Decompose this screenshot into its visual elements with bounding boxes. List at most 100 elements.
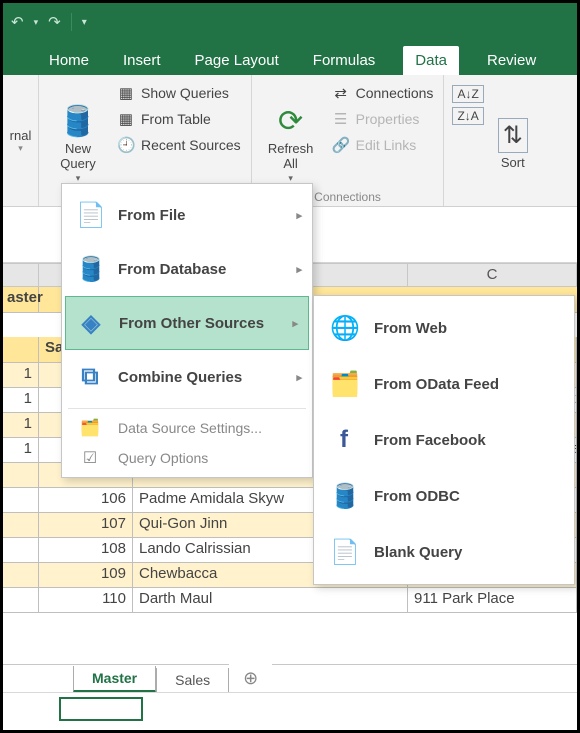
cell[interactable] bbox=[3, 488, 39, 513]
submenu-from-web[interactable]: 🌐 From Web bbox=[314, 300, 574, 356]
chevron-down-icon: ▾ bbox=[76, 173, 81, 184]
submenu-from-facebook-label: From Facebook bbox=[374, 432, 486, 449]
menu-from-other-sources-label: From Other Sources bbox=[119, 315, 264, 332]
cell[interactable]: 106 bbox=[39, 488, 133, 513]
submenu-from-odbc-label: From ODBC bbox=[374, 488, 460, 505]
properties-label: Properties bbox=[356, 111, 420, 127]
ribbon-tabs: Home Insert Page Layout Formulas Data Re… bbox=[3, 41, 577, 75]
submenu-from-odbc[interactable]: 🛢️ From ODBC bbox=[314, 468, 574, 524]
chevron-right-icon: ▸ bbox=[296, 209, 302, 222]
cell[interactable] bbox=[3, 538, 39, 563]
ribbon-group-sort: A↓Z Z↓A ⇅ Sort bbox=[444, 75, 543, 206]
connections-icon: ⇄ bbox=[332, 84, 350, 102]
show-queries-button[interactable]: ▦ Show Queries bbox=[115, 81, 243, 105]
globe-icon: 🌐 bbox=[330, 314, 358, 343]
cell[interactable] bbox=[3, 563, 39, 588]
recent-sources-button[interactable]: 🕘 Recent Sources bbox=[115, 133, 243, 157]
connections-button[interactable]: ⇄ Connections bbox=[330, 81, 436, 105]
menu-data-source-settings-label: Data Source Settings... bbox=[118, 420, 262, 436]
connections-label: Connections bbox=[356, 85, 434, 101]
col-c-header[interactable]: C bbox=[408, 264, 577, 286]
edit-links-label: Edit Links bbox=[356, 137, 417, 153]
cell[interactable]: 110 bbox=[39, 588, 133, 613]
recent-sources-label: Recent Sources bbox=[141, 137, 241, 153]
submenu-blank-query-label: Blank Query bbox=[374, 544, 462, 561]
cut-header: aster bbox=[3, 287, 39, 313]
submenu-from-odata[interactable]: 🗂️ From OData Feed bbox=[314, 356, 574, 412]
cut-label: rnal bbox=[3, 128, 38, 143]
properties-button[interactable]: ☰ Properties bbox=[330, 107, 436, 131]
cell[interactable]: 1 bbox=[3, 363, 39, 388]
status-bar bbox=[3, 692, 577, 730]
sort-button[interactable]: ⇅ Sort bbox=[490, 81, 536, 204]
facebook-icon: f bbox=[330, 426, 358, 454]
cell[interactable] bbox=[3, 588, 39, 613]
blank-file-icon: 📄 bbox=[330, 538, 358, 567]
quick-access-toolbar: ↶ ▾ ↷ ▾ bbox=[3, 3, 577, 41]
properties-icon: ☰ bbox=[332, 110, 350, 128]
add-sheet-button[interactable]: ⊕ bbox=[229, 664, 272, 693]
new-query-menu: 📄 From File ▸ 🛢️ From Database ▸ ◈ From … bbox=[61, 183, 313, 478]
menu-combine-queries-label: Combine Queries bbox=[118, 369, 242, 386]
customize-qat-icon[interactable]: ▾ bbox=[82, 17, 87, 28]
redo-button[interactable]: ↷ bbox=[48, 13, 61, 31]
menu-from-file[interactable]: 📄 From File ▸ bbox=[62, 188, 312, 242]
tab-home[interactable]: Home bbox=[43, 46, 95, 75]
menu-from-other-sources[interactable]: ◈ From Other Sources ▸ bbox=[65, 296, 309, 350]
table-icon: ▦ bbox=[117, 110, 135, 128]
tab-data[interactable]: Data bbox=[403, 46, 459, 75]
cell[interactable]: 109 bbox=[39, 563, 133, 588]
sheet-tabs: Master Sales ⊕ bbox=[3, 664, 577, 692]
menu-combine-queries[interactable]: ⧉ Combine Queries ▸ bbox=[62, 350, 312, 404]
tab-formulas[interactable]: Formulas bbox=[307, 46, 382, 75]
odata-icon: 🗂️ bbox=[330, 370, 358, 399]
other-sources-icon: ◈ bbox=[77, 309, 105, 338]
chevron-right-icon: ▸ bbox=[296, 371, 302, 384]
table-row[interactable]: 110Darth Maul911 Park Place bbox=[3, 588, 577, 613]
submenu-blank-query[interactable]: 📄 Blank Query bbox=[314, 524, 574, 580]
undo-more-icon[interactable]: ▾ bbox=[34, 17, 39, 28]
from-table-button[interactable]: ▦ From Table bbox=[115, 107, 243, 131]
options-icon: ☑ bbox=[76, 448, 104, 468]
tab-review[interactable]: Review bbox=[481, 46, 542, 75]
new-query-label: New Query bbox=[60, 141, 95, 171]
cell[interactable]: 1 bbox=[3, 438, 39, 463]
settings-icon: 🗂️ bbox=[76, 418, 104, 438]
file-icon: 📄 bbox=[76, 201, 104, 230]
cell[interactable]: 107 bbox=[39, 513, 133, 538]
sheet-tab-sales[interactable]: Sales bbox=[156, 668, 229, 693]
submenu-from-facebook[interactable]: f From Facebook bbox=[314, 412, 574, 468]
submenu-from-odata-label: From OData Feed bbox=[374, 376, 499, 393]
cell[interactable]: 1 bbox=[3, 413, 39, 438]
menu-data-source-settings[interactable]: 🗂️ Data Source Settings... bbox=[62, 413, 312, 443]
chevron-right-icon: ▸ bbox=[292, 317, 298, 330]
menu-from-database[interactable]: 🛢️ From Database ▸ bbox=[62, 242, 312, 296]
refresh-all-label: Refresh All bbox=[268, 141, 314, 171]
from-other-sources-submenu: 🌐 From Web 🗂️ From OData Feed f From Fac… bbox=[313, 295, 575, 585]
show-queries-label: Show Queries bbox=[141, 85, 229, 101]
links-icon: 🔗 bbox=[332, 136, 350, 154]
sort-icon: ⇅ bbox=[498, 118, 528, 153]
cell[interactable] bbox=[3, 513, 39, 538]
cell[interactable]: Darth Maul bbox=[133, 588, 408, 613]
cell[interactable]: 911 Park Place bbox=[408, 588, 577, 613]
tab-insert[interactable]: Insert bbox=[117, 46, 167, 75]
sheet-tab-master[interactable]: Master bbox=[73, 666, 156, 693]
chevron-right-icon: ▸ bbox=[296, 263, 302, 276]
edit-links-button[interactable]: 🔗 Edit Links bbox=[330, 133, 436, 157]
database-icon: 🛢️ bbox=[59, 104, 96, 139]
cell[interactable]: 1 bbox=[3, 388, 39, 413]
cell[interactable] bbox=[3, 463, 39, 488]
cell[interactable]: 108 bbox=[39, 538, 133, 563]
menu-query-options[interactable]: ☑ Query Options bbox=[62, 443, 312, 473]
table-icon: ▦ bbox=[117, 84, 135, 102]
database-icon: 🛢️ bbox=[330, 482, 358, 511]
ribbon-cut-left: rnal ▾ bbox=[3, 75, 39, 206]
sort-asc-button[interactable]: A↓Z bbox=[452, 85, 483, 103]
combine-icon: ⧉ bbox=[76, 363, 104, 391]
clock-icon: 🕘 bbox=[117, 136, 135, 154]
refresh-icon: ⟳ bbox=[278, 104, 303, 139]
undo-button[interactable]: ↶ bbox=[11, 13, 24, 31]
tab-page-layout[interactable]: Page Layout bbox=[189, 46, 285, 75]
sort-desc-button[interactable]: Z↓A bbox=[452, 107, 483, 125]
